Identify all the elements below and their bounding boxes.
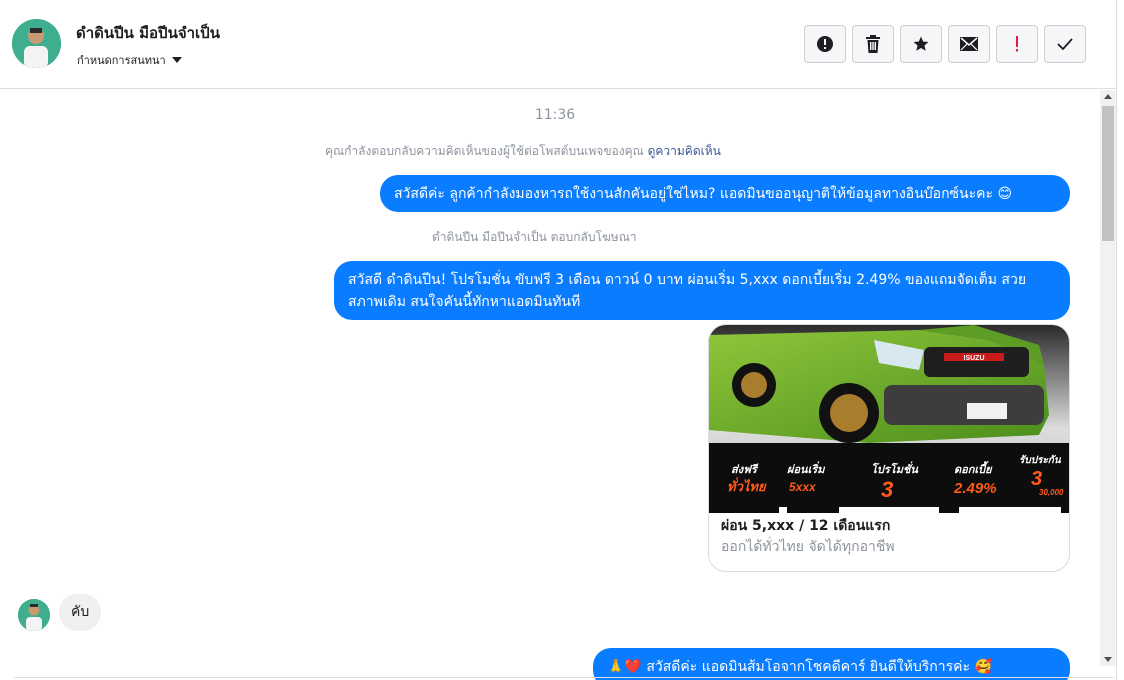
contact-name[interactable]: ดำดินปีน มือปีนจำเป็น: [76, 21, 220, 45]
ad-card-subtitle: ออกได้ทั่วไทย จัดได้ทุกอาชีพ: [721, 539, 895, 555]
reply-notice-text: คุณกำลังตอบกลับความคิดเห็นของผู้ใช้ต่อโพ…: [325, 144, 644, 158]
conversation-header: ดำดินปีน มือปีนจำเป็น กำหนดการสนทนา: [0, 0, 1116, 89]
reply-notice: คุณกำลังตอบกลับความคิดเห็นของผู้ใช้ต่อโพ…: [325, 142, 721, 161]
promo-interest-label: ดอกเบี้ย: [954, 461, 993, 476]
mark-unread-button[interactable]: [948, 25, 990, 63]
message-timestamp: 11:36: [534, 107, 576, 123]
scroll-up-arrow-icon[interactable]: [1104, 94, 1112, 99]
delete-button[interactable]: [852, 25, 894, 63]
ad-card-title: ผ่อน 5,xxx / 12 เดือนแรก: [721, 518, 891, 534]
promo-installment-label: ผ่อนเริ่ม: [787, 461, 826, 476]
trash-icon: [866, 35, 880, 53]
outgoing-message[interactable]: สวัสดีค่ะ ลูกค้ากำลังมองหารถใช้งานสักคัน…: [380, 175, 1070, 212]
follow-up-button[interactable]: [996, 25, 1038, 63]
star-icon: [913, 36, 929, 51]
star-button[interactable]: [900, 25, 942, 63]
scroll-down-arrow-icon[interactable]: [1104, 657, 1112, 662]
promo-promotion-label: โปรโมชั่น: [871, 461, 918, 476]
view-comment-link[interactable]: ดูความคิดเห็น: [648, 144, 721, 158]
check-icon: [1057, 38, 1073, 50]
outgoing-message[interactable]: 🙏❤️ สวัสดีค่ะ แอดมินส้มโอจากโชคดีคาร์ ยิ…: [593, 648, 1070, 680]
promo-nationwide: ทั่วไทย: [727, 477, 767, 494]
promo-free-shipping: ส่งฟรี: [731, 463, 759, 476]
promo-warranty-km: 30,000: [1039, 488, 1064, 497]
thread-scrollbar[interactable]: [1100, 90, 1116, 666]
promo-interest-value: 2.49%: [953, 480, 997, 497]
message-thread: 11:36 คุณกำลังตอบกลับความคิดเห็นของผู้ใช…: [0, 90, 1100, 680]
ad-card[interactable]: ISUZU ส่งฟรี ทั่วไทย ผ่อนเริ่ม 5xxx โปรโ…: [708, 324, 1070, 572]
scrollbar-thumb[interactable]: [1102, 106, 1114, 241]
incoming-message[interactable]: คับ: [59, 594, 102, 631]
assign-conversation-dropdown[interactable]: กำหนดการสนทนา: [77, 51, 182, 69]
contact-avatar[interactable]: [12, 19, 61, 68]
promo-warranty-value: 3: [1031, 468, 1042, 490]
brand-logo-text: ISUZU: [964, 355, 985, 362]
alert-circle-icon: [817, 36, 833, 52]
ad-reply-note: ดำดินปีน มือปีนจำเป็น ตอบกลับโฆษณา: [432, 230, 637, 244]
promo-promotion-value: 3: [881, 477, 893, 502]
assign-conversation-label: กำหนดการสนทนา: [77, 54, 166, 67]
ad-card-image: ISUZU ส่งฟรี ทั่วไทย ผ่อนเริ่ม 5xxx โปรโ…: [709, 325, 1069, 513]
envelope-icon: [960, 37, 978, 51]
caret-down-icon: [171, 57, 182, 63]
mark-done-button[interactable]: [1044, 25, 1086, 63]
promo-installment-value: 5xxx: [789, 480, 817, 494]
outgoing-message[interactable]: สวัสดี ดำดินปีน! โปรโมชั่น ขับฟรี 3 เดือ…: [334, 261, 1070, 320]
spam-button[interactable]: [804, 25, 846, 63]
exclamation-icon: [1016, 36, 1018, 52]
contact-avatar-small: [18, 599, 50, 631]
promo-warranty-label: รับประกัน: [1019, 454, 1062, 466]
